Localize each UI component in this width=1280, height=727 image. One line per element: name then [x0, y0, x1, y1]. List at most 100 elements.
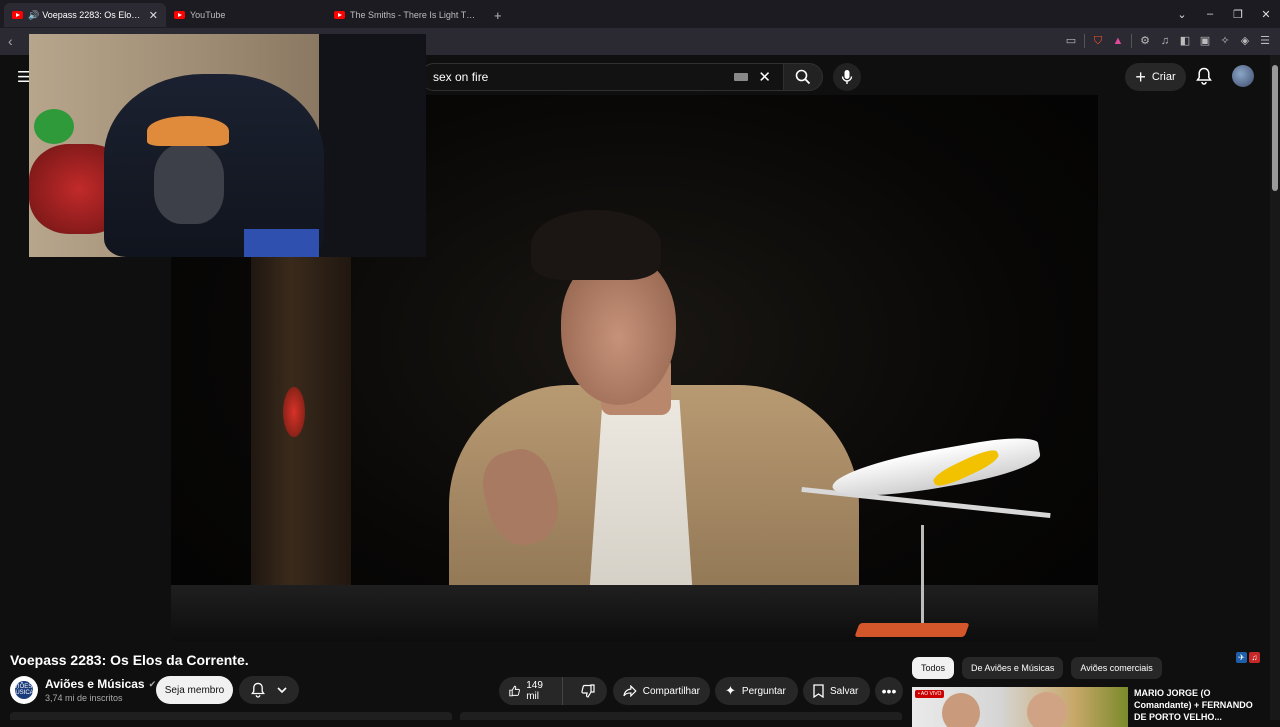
subscriber-count: 3,74 mi de inscritos	[45, 693, 123, 703]
window-controls: ⌄ – ❐ ✕	[1168, 0, 1280, 28]
recommendation-thumbnail[interactable]: • AO VIVO	[912, 687, 1128, 727]
related-card[interactable]	[460, 712, 902, 720]
browser-tab-youtube[interactable]: YouTube	[166, 3, 326, 27]
toolbar-separator	[1131, 34, 1132, 48]
webcam-person-cap	[147, 116, 229, 146]
subscription-bell-button[interactable]	[239, 676, 299, 704]
youtube-favicon-icon	[12, 11, 23, 19]
browser-tab-smiths[interactable]: The Smiths - There Is Light That Nev	[326, 3, 486, 27]
channel-name[interactable]: Aviões e Músicas	[45, 677, 145, 691]
brave-shield-icon[interactable]: ⛉	[1091, 34, 1105, 48]
related-filter-chips: Todos De Aviões e Músicas Aviões comerci…	[912, 657, 1162, 679]
youtube-favicon-icon	[174, 11, 185, 19]
speaker-icon[interactable]: 🔊	[28, 10, 39, 21]
clear-search-icon[interactable]: ✕	[758, 68, 771, 86]
bell-icon	[1196, 67, 1212, 85]
search-input[interactable]: sex on fire	[433, 70, 734, 84]
sparkle-icon: ✦	[725, 683, 736, 698]
overlay-extension-icons: ✈ ♫	[1236, 652, 1260, 663]
page-scrollbar[interactable]	[1270, 55, 1280, 720]
headphones-overlay-icon[interactable]: ♫	[1249, 652, 1260, 663]
dislike-button[interactable]	[569, 684, 607, 698]
join-membership-button[interactable]: Seja membro	[156, 676, 233, 704]
chip-from-channel[interactable]: De Aviões e Músicas	[962, 657, 1064, 679]
video-presenter-hair	[531, 210, 661, 280]
verified-icon: ✔	[148, 678, 157, 689]
youtube-favicon-icon	[334, 11, 345, 19]
microphone-icon	[841, 70, 853, 84]
more-dots-icon: •••	[881, 683, 897, 699]
chip-all[interactable]: Todos	[912, 657, 955, 679]
create-label: Criar	[1151, 71, 1176, 83]
extensions-icon[interactable]: ⚙	[1138, 34, 1152, 48]
toolbar-separator	[1084, 34, 1085, 48]
create-button[interactable]: + Criar	[1125, 63, 1186, 91]
chevron-down-icon	[277, 686, 287, 693]
like-count: 149 mil	[526, 680, 543, 702]
tab-title: Voepass 2283: Os Elos da Cor	[42, 10, 141, 20]
extension-icons: ▭ ⛉ ▲ ⚙ ♫ ◧ ▣ ✧ ◈ ☰	[1064, 34, 1272, 48]
webcam-overlay[interactable]	[29, 34, 426, 257]
browser-tab-bar: 🔊 Voepass 2283: Os Elos da Cor ✕ YouTube…	[0, 0, 1280, 28]
channel-avatar[interactable]: AVIÕES MÚSICAS	[10, 676, 38, 704]
channel-name-row[interactable]: Aviões e Músicas ✔	[45, 677, 156, 691]
like-button[interactable]: 149 mil	[499, 677, 563, 705]
tab-list-chevron-icon[interactable]: ⌄	[1168, 8, 1196, 21]
new-tab-button[interactable]: +	[486, 3, 510, 27]
recommendation-title[interactable]: MARIO JORGE (O Comandante) + FERNANDO DE…	[1134, 687, 1264, 723]
notifications-button[interactable]	[1196, 67, 1212, 85]
tab-title: YouTube	[190, 10, 226, 20]
media-icon[interactable]: ♫	[1158, 34, 1172, 48]
live-badge: • AO VIVO	[915, 690, 945, 698]
scrollbar-thumb[interactable]	[1272, 65, 1278, 191]
menu-icon[interactable]: ☰	[1258, 34, 1272, 48]
webcam-blue-object	[244, 229, 319, 257]
share-button[interactable]: Compartilhar	[613, 677, 710, 705]
video-prop-light	[283, 387, 305, 437]
bell-icon	[251, 682, 265, 698]
tab-close-icon[interactable]: ✕	[149, 9, 158, 22]
thumbnail-face	[942, 693, 980, 727]
cast-icon[interactable]: ▭	[1064, 34, 1078, 48]
vpn-icon[interactable]: ◈	[1238, 34, 1252, 48]
video-model-base	[854, 623, 970, 637]
brave-rewards-icon[interactable]: ▲	[1111, 34, 1125, 48]
save-label: Salvar	[830, 685, 859, 697]
ask-label: Perguntar	[741, 685, 786, 697]
description-card[interactable]	[10, 712, 452, 720]
channel-logo: AVIÕES MÚSICAS	[10, 681, 38, 699]
webcam-dark-area	[319, 34, 426, 257]
chip-commercial-planes[interactable]: Aviões comerciais	[1071, 657, 1162, 679]
wallet-icon[interactable]: ▣	[1198, 34, 1212, 48]
minimize-icon[interactable]: –	[1196, 8, 1224, 20]
share-icon	[623, 685, 637, 697]
thumbnail-face	[1027, 692, 1067, 727]
user-avatar[interactable]	[1232, 65, 1254, 87]
plus-icon: +	[1135, 67, 1146, 87]
thumbs-up-icon	[509, 685, 520, 697]
search-box[interactable]: sex on fire ✕	[420, 63, 784, 91]
back-arrow-icon[interactable]: ‹	[8, 33, 13, 49]
ask-button[interactable]: ✦ Perguntar	[715, 677, 798, 705]
keyboard-icon[interactable]	[734, 73, 749, 81]
browser-tab-active[interactable]: 🔊 Voepass 2283: Os Elos da Cor ✕	[4, 3, 166, 27]
below-video-cards	[10, 712, 902, 720]
video-model-stand	[921, 525, 924, 625]
voice-search-button[interactable]	[833, 63, 861, 91]
sidebar-icon[interactable]: ◧	[1178, 34, 1192, 48]
search-icon	[795, 69, 811, 85]
leo-icon[interactable]: ✧	[1218, 34, 1232, 48]
webcam-green-object	[34, 109, 74, 144]
webcam-person-face	[154, 144, 224, 224]
tab-title: The Smiths - There Is Light That Nev	[350, 10, 478, 20]
share-label: Compartilhar	[642, 685, 700, 697]
like-dislike-group: 149 mil	[499, 677, 607, 705]
translate-overlay-icon[interactable]: ✈	[1236, 652, 1247, 663]
close-window-icon[interactable]: ✕	[1252, 8, 1280, 21]
video-title: Voepass 2283: Os Elos da Corrente.	[10, 652, 249, 668]
more-actions-button[interactable]: •••	[875, 677, 903, 705]
restore-icon[interactable]: ❐	[1224, 8, 1252, 21]
save-button[interactable]: Salvar	[803, 677, 870, 705]
search-button[interactable]	[783, 63, 823, 91]
thumbs-down-icon	[581, 684, 595, 698]
